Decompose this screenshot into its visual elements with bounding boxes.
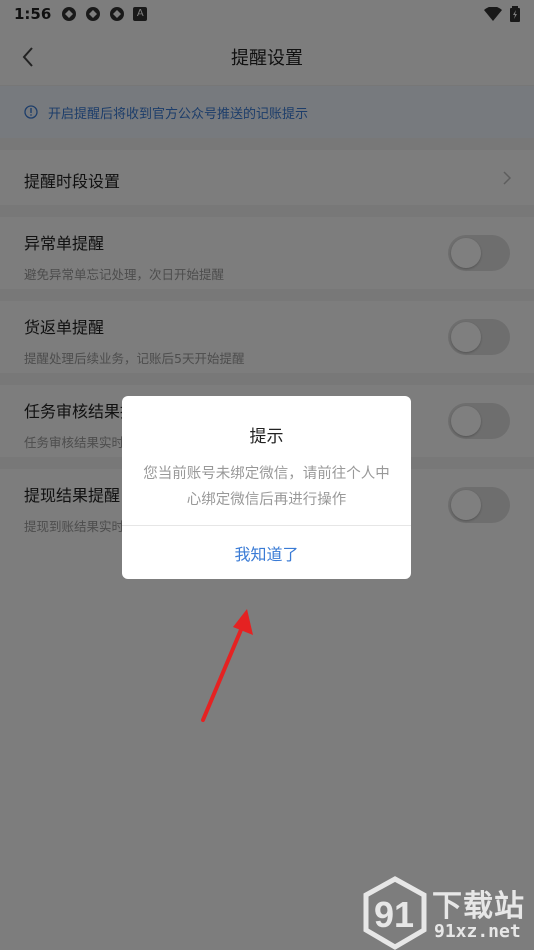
dialog-message: 您当前账号未绑定微信，请前往个人中心绑定微信后再进行操作 xyxy=(143,466,390,508)
confirm-button[interactable]: 我知道了 xyxy=(122,526,411,579)
dialog-title: 提示 xyxy=(249,427,284,447)
svg-text:91: 91 xyxy=(374,894,414,935)
site-watermark: 91 下载站 91xz.net xyxy=(360,875,530,950)
watermark-url: 91xz.net xyxy=(434,921,521,942)
watermark-logo-icon: 91 xyxy=(363,876,427,950)
annotation-arrow-icon xyxy=(201,609,253,722)
watermark-text: 下载站 xyxy=(432,889,525,924)
alert-dialog: 提示 您当前账号未绑定微信，请前往个人中心绑定微信后再进行操作 我知道了 xyxy=(122,396,411,579)
